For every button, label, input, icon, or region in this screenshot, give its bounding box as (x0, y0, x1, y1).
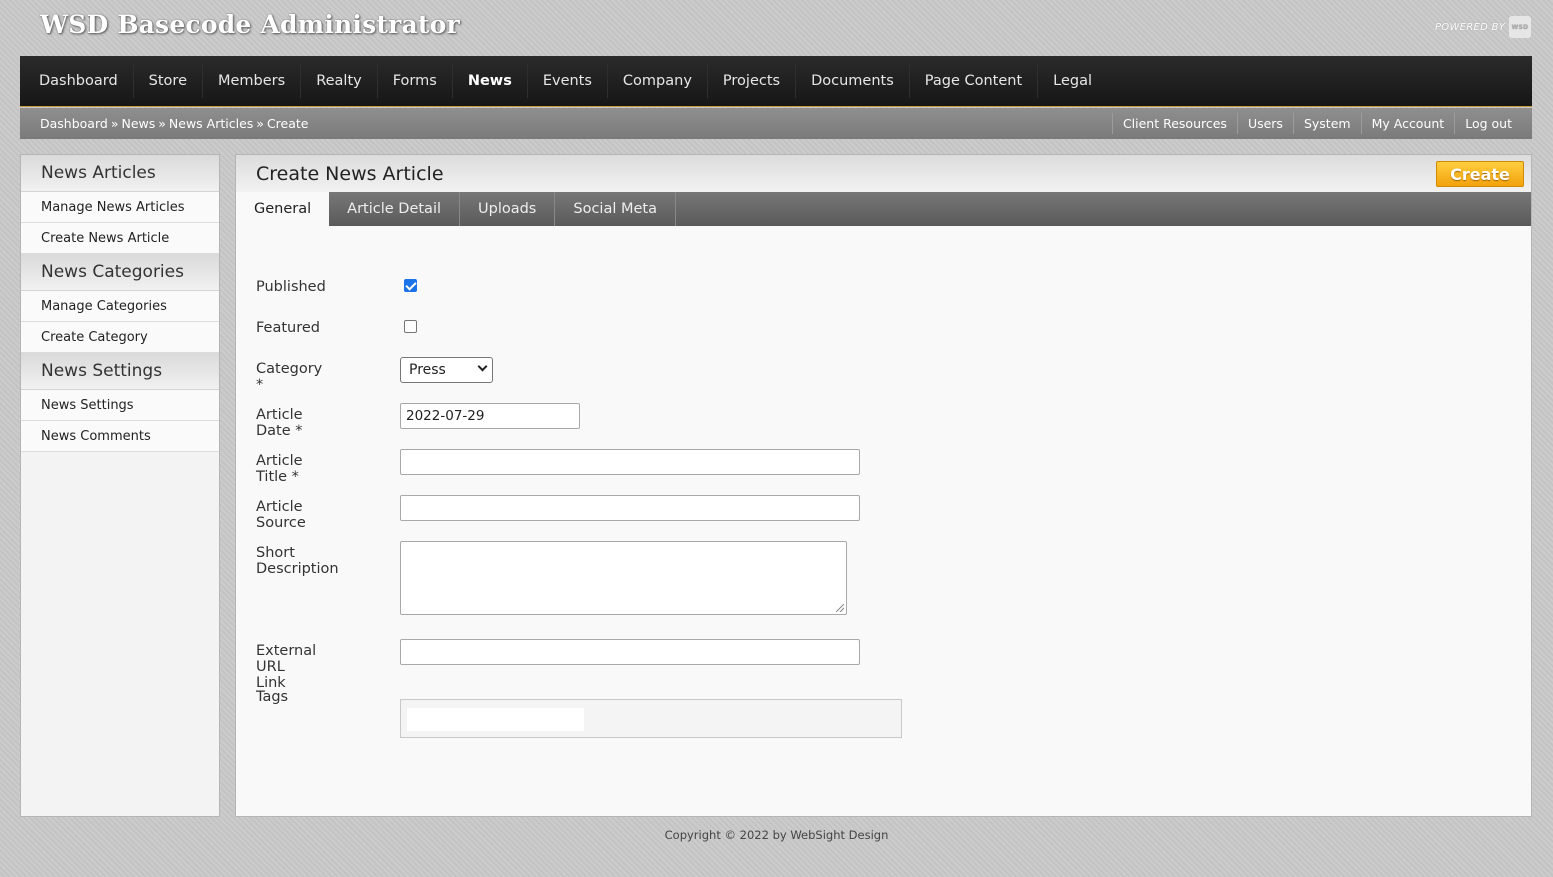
sidebar-item-news-settings[interactable]: News Settings (21, 390, 219, 421)
breadcrumb-item[interactable]: News (121, 116, 155, 131)
breadcrumb-item: Create (266, 116, 309, 131)
category-label: Category * (256, 361, 323, 393)
breadcrumb-separator: » (110, 116, 119, 131)
utility-link-system[interactable]: System (1292, 113, 1361, 134)
nav-item-realty[interactable]: Realty (300, 64, 377, 98)
utility-link-log-out[interactable]: Log out (1454, 113, 1512, 134)
published-label: Published (256, 279, 326, 295)
app-title: WSD Basecode Administrator (40, 10, 460, 39)
powered-by-text: POWERED BY (1434, 21, 1505, 33)
sidebar-item-news-comments[interactable]: News Comments (21, 421, 219, 452)
nav-item-projects[interactable]: Projects (706, 64, 795, 98)
tab-social-meta[interactable]: Social Meta (555, 192, 676, 226)
sidebar-section-title: News Categories (21, 254, 219, 291)
short-description-textarea[interactable] (400, 541, 847, 615)
nav-item-documents[interactable]: Documents (795, 64, 909, 98)
tab-article-detail[interactable]: Article Detail (329, 192, 460, 226)
sidebar-item-create-category[interactable]: Create Category (21, 322, 219, 353)
external-url-input[interactable] (400, 639, 860, 665)
panel-title: Create News Article (236, 155, 1531, 192)
utility-link-users[interactable]: Users (1236, 113, 1293, 134)
sidebar-item-create-news-article[interactable]: Create News Article (21, 223, 219, 254)
breadcrumb-item[interactable]: News Articles (169, 116, 253, 131)
article-title-label: Article Title * (256, 453, 303, 485)
tab-bar: General Article Detail Uploads Social Meta (236, 192, 1531, 226)
tags-input[interactable] (407, 708, 584, 731)
nav-item-dashboard[interactable]: Dashboard (24, 64, 133, 98)
utility-link-my-account[interactable]: My Account (1360, 113, 1455, 134)
nav-item-events[interactable]: Events (526, 64, 607, 98)
category-select[interactable]: Press (400, 357, 493, 383)
sidebar-section-title: News Articles (21, 155, 219, 192)
featured-checkbox[interactable] (404, 320, 417, 333)
nav-item-store[interactable]: Store (132, 64, 202, 98)
nav-item-members[interactable]: Members (202, 64, 300, 98)
nav-item-forms[interactable]: Forms (376, 64, 452, 98)
breadcrumb-separator: » (158, 116, 166, 131)
breadcrumb-item[interactable]: Dashboard (40, 116, 108, 131)
tags-box (400, 699, 902, 738)
wsd-logo-icon: WSD (1509, 16, 1531, 38)
sidebar: News Articles Manage News Articles Create … (20, 154, 220, 817)
main-nav: Dashboard Store Members Realty Forms News Even… (20, 56, 1532, 107)
category-select-value: Press (409, 362, 446, 378)
sub-bar: Dashboard» News» News Articles» Create Clie… (20, 108, 1532, 139)
sidebar-section-title: News Settings (21, 353, 219, 390)
published-checkbox[interactable] (404, 279, 417, 292)
chevron-down-icon (477, 361, 488, 372)
sidebar-item-manage-news-articles[interactable]: Manage News Articles (21, 192, 219, 223)
nav-item-legal[interactable]: Legal (1037, 64, 1107, 98)
external-url-label: External URL Link (256, 643, 317, 691)
sidebar-item-manage-categories[interactable]: Manage Categories (21, 291, 219, 322)
short-description-label: Short Description (256, 545, 339, 577)
utility-link-client-resources[interactable]: Client Resources (1111, 113, 1237, 134)
nav-item-page-content[interactable]: Page Content (908, 64, 1037, 98)
create-button[interactable]: Create (1436, 161, 1524, 187)
tags-label: Tags (256, 689, 289, 705)
nav-item-company[interactable]: Company (606, 64, 707, 98)
nav-item-news[interactable]: News (451, 64, 527, 98)
tab-uploads[interactable]: Uploads (460, 192, 556, 226)
article-title-input[interactable] (400, 449, 860, 475)
main-panel: Create News Article Create General Articl… (235, 154, 1532, 817)
article-source-label: Article Source (256, 499, 306, 531)
article-date-input[interactable]: 2022-07-29 (400, 403, 580, 429)
powered-by: POWERED BY WSD (1435, 16, 1531, 38)
breadcrumb-separator: » (256, 116, 264, 131)
breadcrumb: Dashboard» News» News Articles» Create (40, 116, 309, 131)
article-date-label: Article Date * (256, 407, 303, 439)
tab-general[interactable]: General (236, 192, 330, 226)
footer-copyright: Copyright © 2022 by WebSight Design (664, 828, 889, 842)
resize-grip-icon[interactable] (836, 604, 844, 612)
article-source-input[interactable] (400, 495, 860, 521)
featured-label: Featured (256, 320, 320, 336)
utility-links: Client Resources Users System My Account Log… (1111, 108, 1512, 139)
